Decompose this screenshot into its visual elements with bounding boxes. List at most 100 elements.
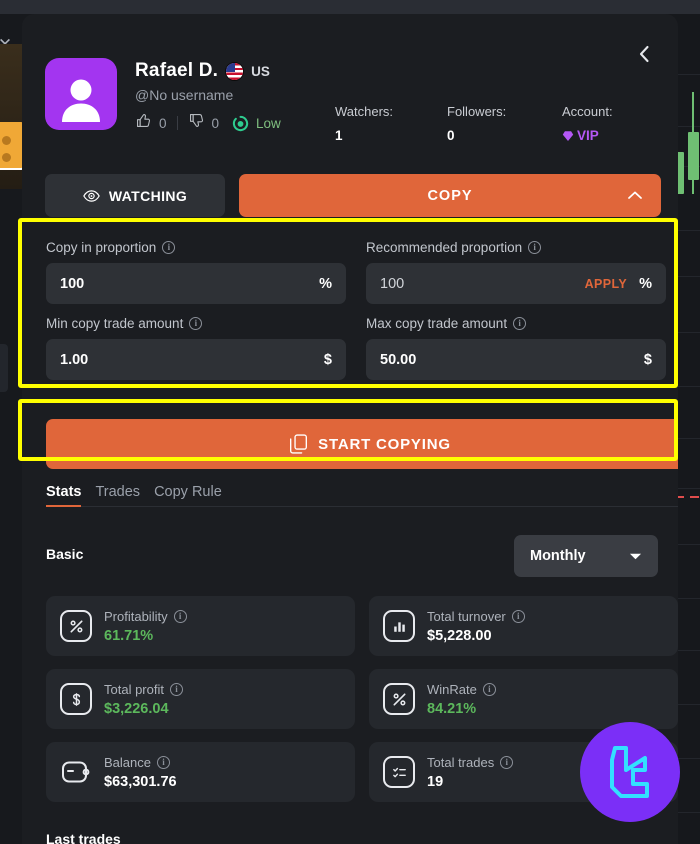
stat-label: Balance i xyxy=(104,755,177,770)
field-label: Max copy trade amount i xyxy=(366,316,666,331)
info-icon[interactable]: i xyxy=(500,755,514,769)
metric-followers: Followers: 0 xyxy=(447,104,506,143)
stat-card-text: Total trades i 19 xyxy=(427,755,514,790)
stat-label: Total turnover i xyxy=(427,609,525,624)
background-left-pill xyxy=(0,344,8,392)
trader-name-row: Rafael D. US xyxy=(135,60,281,82)
max-copy-trade-amount-input[interactable]: 50.00 $ xyxy=(366,339,666,380)
stat-value: $5,228.00 xyxy=(427,627,492,644)
stat-card-text: WinRate i 84.21% xyxy=(427,682,496,717)
risk-gauge-icon xyxy=(232,115,249,132)
start-copying-button[interactable]: START COPYING xyxy=(46,419,678,469)
stat-value: 19 xyxy=(427,773,444,790)
copy-button-label: COPY xyxy=(427,187,473,204)
metric-label: Watchers: xyxy=(335,104,394,119)
field-label: Recommended proportion i xyxy=(366,240,666,255)
field-copy-in-proportion: Copy in proportion i 100 % xyxy=(46,240,346,304)
form-row: Copy in proportion i 100 % Recommended p… xyxy=(46,240,678,304)
brand-logo-icon xyxy=(580,722,680,822)
min-copy-trade-amount-input[interactable]: 1.00 $ xyxy=(46,339,346,380)
stat-card-balance: Balance i $63,301.76 xyxy=(46,742,355,802)
avatar[interactable] xyxy=(45,58,117,130)
metric-value: 1 xyxy=(335,128,343,143)
action-buttons-row: WATCHING COPY xyxy=(45,174,661,217)
metric-value: 0 xyxy=(447,128,455,143)
dollar-badge-icon xyxy=(60,683,92,715)
field-max-copy-trade-amount: Max copy trade amount i 50.00 $ xyxy=(366,316,666,380)
wallet-icon xyxy=(60,756,92,788)
checklist-icon xyxy=(383,756,415,788)
metric-value: VIP xyxy=(562,128,613,143)
info-icon[interactable]: i xyxy=(173,609,187,623)
field-unit: $ xyxy=(323,351,332,368)
field-label: Copy in proportion i xyxy=(46,240,346,255)
field-min-copy-trade-amount: Min copy trade amount i 1.00 $ xyxy=(46,316,346,380)
field-unit: $ xyxy=(643,351,652,368)
copy-button[interactable]: COPY xyxy=(239,174,661,217)
stat-value: 61.71% xyxy=(104,627,154,644)
field-value: 1.00 xyxy=(60,351,89,368)
stat-card-winrate: WinRate i 84.21% xyxy=(369,669,678,729)
info-icon[interactable]: i xyxy=(511,609,525,623)
stat-card-total-turnover: Total turnover i $5,228.00 xyxy=(369,596,678,656)
percent-badge-icon xyxy=(60,610,92,642)
stat-value: $3,226.04 xyxy=(104,700,169,717)
start-copying-label: START COPYING xyxy=(318,435,451,453)
thumbs-down-icon[interactable] xyxy=(188,112,205,134)
metric-label: Account: xyxy=(562,104,613,119)
app-root: ✕ xyxy=(0,0,700,844)
tab-copy-rule[interactable]: Copy Rule xyxy=(154,484,222,507)
stat-card-text: Balance i $63,301.76 xyxy=(104,755,177,790)
chevron-down-icon xyxy=(629,553,642,559)
stat-value: $63,301.76 xyxy=(104,773,177,790)
period-select[interactable]: Monthly xyxy=(514,535,658,577)
bar-chart-icon xyxy=(383,610,415,642)
tab-list: Stats Trades Copy Rule xyxy=(46,484,678,507)
account-tier-text: VIP xyxy=(577,128,599,143)
back-chevron-icon[interactable] xyxy=(630,40,658,68)
period-select-value: Monthly xyxy=(530,548,586,564)
stat-value: 84.21% xyxy=(427,700,477,717)
trader-country: US xyxy=(251,63,270,79)
background-topbar xyxy=(0,0,700,14)
background-orange-chip xyxy=(0,122,24,170)
user-avatar-icon xyxy=(62,79,100,122)
apply-button[interactable]: APPLY xyxy=(585,277,628,291)
last-trades-title: Last trades xyxy=(46,831,121,844)
metric-account: Account: VIP xyxy=(562,104,613,143)
field-unit: % xyxy=(639,275,652,292)
stat-label: Total trades i xyxy=(427,755,514,770)
chevron-up-icon[interactable] xyxy=(627,188,643,204)
trader-detail-panel: Rafael D. US @No username 0 0 Low Watche… xyxy=(22,14,678,844)
detail-tabs: Stats Trades Copy Rule xyxy=(46,484,678,507)
stat-card-text: Profitability i 61.71% xyxy=(104,609,187,644)
info-icon[interactable]: i xyxy=(189,317,203,330)
watching-button[interactable]: WATCHING xyxy=(45,174,225,217)
field-value: 100 xyxy=(380,275,405,292)
copy-settings-form: Copy in proportion i 100 % Recommended p… xyxy=(46,240,678,392)
stat-label: Total profit i xyxy=(104,682,183,697)
stat-label: WinRate i xyxy=(427,682,496,697)
eye-icon xyxy=(82,189,100,202)
tab-trades[interactable]: Trades xyxy=(95,484,140,507)
risk-label: Low xyxy=(256,115,281,131)
thumbs-up-icon[interactable] xyxy=(135,112,152,134)
info-icon[interactable]: i xyxy=(156,755,170,769)
info-icon[interactable]: i xyxy=(162,241,176,254)
recommended-proportion-input[interactable]: 100 APPLY % xyxy=(366,263,666,304)
stats-section-title: Basic xyxy=(46,546,84,562)
thumbs-up-count: 0 xyxy=(159,115,167,131)
info-icon[interactable]: i xyxy=(528,241,542,254)
stat-card-text: Total turnover i $5,228.00 xyxy=(427,609,525,644)
stat-card-text: Total profit i $3,226.04 xyxy=(104,682,183,717)
tab-stats[interactable]: Stats xyxy=(46,484,82,507)
copy-in-proportion-input[interactable]: 100 % xyxy=(46,263,346,304)
trader-username: @No username xyxy=(135,87,234,103)
stat-card-total-profit: Total profit i $3,226.04 xyxy=(46,669,355,729)
info-icon[interactable]: i xyxy=(169,682,183,696)
field-label: Min copy trade amount i xyxy=(46,316,346,331)
field-value: 50.00 xyxy=(380,351,417,368)
info-icon[interactable]: i xyxy=(482,682,496,696)
tab-underline xyxy=(46,506,678,507)
info-icon[interactable]: i xyxy=(513,317,527,330)
